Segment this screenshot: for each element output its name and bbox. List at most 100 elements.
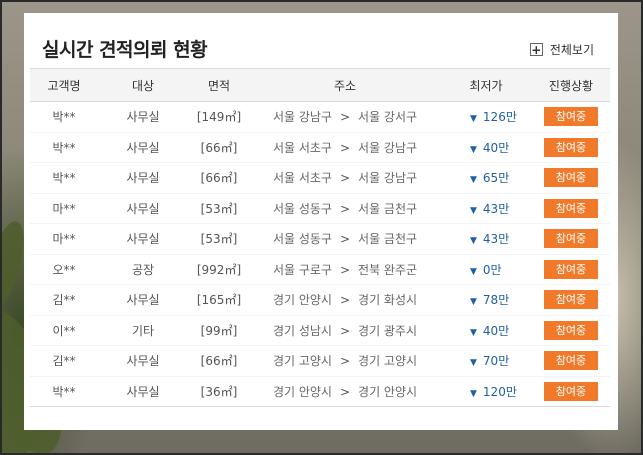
- table-row[interactable]: 오** 공장 [992㎡] 서울 구로구 > 전북 완주군 ▼ 0만 참여중: [30, 254, 610, 285]
- address-from: 서울 서초구: [272, 171, 332, 186]
- down-triangle-icon: ▼: [470, 114, 477, 125]
- address-from: 경기 안양시: [272, 384, 332, 399]
- down-triangle-icon: ▼: [470, 144, 477, 155]
- status-badge[interactable]: 참여중: [544, 351, 598, 371]
- price-cell: ▼ 0만: [440, 254, 532, 285]
- target-cell: 기타: [98, 315, 188, 346]
- address-to: 서울 강남구: [358, 171, 418, 186]
- header-lowest-price: 최저가: [440, 68, 532, 102]
- customer-cell: 오**: [30, 254, 98, 285]
- address-from: 서울 서초구: [272, 140, 332, 155]
- address-to: 경기 광주시: [358, 323, 418, 338]
- address-from: 경기 고양시: [272, 354, 332, 369]
- down-triangle-icon: ▼: [470, 175, 477, 186]
- address-from: 서울 성동구: [272, 232, 332, 247]
- address-to: 서울 강남구: [358, 140, 418, 155]
- address-from: 서울 성동구: [272, 201, 332, 216]
- status-badge[interactable]: 참여중: [544, 381, 598, 401]
- price-cell: ▼ 40만: [440, 315, 532, 346]
- arrow-right-icon: >: [339, 201, 351, 216]
- area-cell: [66㎡]: [188, 132, 250, 163]
- arrow-right-icon: >: [339, 293, 351, 308]
- status-badge[interactable]: 참여중: [544, 229, 598, 249]
- price-value: 43만: [482, 201, 510, 216]
- table-header-row: 고객명 대상 면적 주소 최저가 진행상황: [30, 68, 610, 102]
- view-all-button[interactable]: + 전체보기: [529, 41, 594, 58]
- customer-cell: 김**: [30, 345, 98, 377]
- status-cell: 참여중: [532, 254, 610, 285]
- status-cell: 참여중: [532, 376, 610, 407]
- status-badge[interactable]: 참여중: [544, 137, 598, 157]
- arrow-right-icon: >: [339, 323, 351, 338]
- view-all-label: 전체보기: [549, 43, 594, 57]
- address-from: 경기 성남시: [272, 323, 332, 338]
- customer-cell: 마**: [30, 193, 98, 224]
- target-cell: 사무실: [98, 193, 188, 224]
- quote-table: 고객명 대상 면적 주소 최저가 진행상황 박** 사무실 [149㎡] 서울 강남구…: [30, 68, 610, 407]
- status-badge[interactable]: 참여중: [544, 107, 598, 127]
- quote-request-panel: 실시간 견적의뢰 현황 + 전체보기 고객명 대상 면적 주소 최저가 진행상황…: [24, 13, 618, 430]
- target-cell: 사무실: [98, 345, 188, 377]
- status-badge[interactable]: 참여중: [544, 320, 598, 340]
- table-row[interactable]: 마** 사무실 [53㎡] 서울 성동구 > 서울 금천구 ▼ 43만 참여중: [30, 193, 610, 224]
- plus-icon: +: [529, 42, 543, 57]
- target-cell: 사무실: [98, 162, 188, 194]
- customer-cell: 박**: [30, 162, 98, 194]
- status-badge[interactable]: 참여중: [544, 198, 598, 218]
- table-row[interactable]: 이** 기타 [99㎡] 경기 성남시 > 경기 광주시 ▼ 40만 참여중: [30, 315, 610, 346]
- area-cell: [99㎡]: [188, 315, 250, 346]
- price-value: 0만: [482, 262, 502, 277]
- address-cell: 경기 고양시 > 경기 고양시: [250, 345, 440, 377]
- area-cell: [165㎡]: [188, 284, 250, 316]
- status-cell: 참여중: [532, 193, 610, 224]
- table-row[interactable]: 마** 사무실 [53㎡] 서울 성동구 > 서울 금천구 ▼ 43만 참여중: [30, 223, 610, 255]
- table-row[interactable]: 박** 사무실 [66㎡] 서울 서초구 > 서울 강남구 ▼ 65만 참여중: [30, 162, 610, 194]
- area-cell: [36㎡]: [188, 376, 250, 407]
- address-to: 경기 안양시: [358, 384, 418, 399]
- address-from: 서울 구로구: [272, 262, 332, 277]
- down-triangle-icon: ▼: [470, 205, 477, 216]
- price-value: 126만: [482, 110, 517, 125]
- customer-cell: 박**: [30, 376, 98, 407]
- down-triangle-icon: ▼: [470, 388, 477, 399]
- price-cell: ▼ 65만: [440, 162, 532, 194]
- address-from: 서울 강남구: [272, 110, 332, 125]
- customer-cell: 김**: [30, 284, 98, 316]
- price-cell: ▼ 70만: [440, 345, 532, 377]
- status-badge[interactable]: 참여중: [544, 290, 598, 310]
- table-row[interactable]: 김** 사무실 [66㎡] 경기 고양시 > 경기 고양시 ▼ 70만 참여중: [30, 345, 610, 377]
- address-to: 경기 화성시: [358, 293, 418, 308]
- address-from: 경기 안양시: [272, 293, 332, 308]
- arrow-right-icon: >: [339, 171, 351, 186]
- status-badge[interactable]: 참여중: [544, 168, 598, 188]
- price-cell: ▼ 120만: [440, 376, 532, 407]
- area-cell: [66㎡]: [188, 162, 250, 194]
- price-value: 120만: [482, 384, 517, 399]
- area-cell: [992㎡]: [188, 254, 250, 285]
- customer-cell: 이**: [30, 315, 98, 346]
- arrow-right-icon: >: [339, 354, 351, 369]
- table-row[interactable]: 박** 사무실 [149㎡] 서울 강남구 > 서울 강서구 ▼ 126만 참여중: [30, 101, 610, 133]
- address-cell: 서울 구로구 > 전북 완주군: [250, 254, 440, 285]
- address-to: 서울 금천구: [358, 201, 418, 216]
- down-triangle-icon: ▼: [470, 236, 477, 247]
- area-cell: [66㎡]: [188, 345, 250, 377]
- header-area: 면적: [188, 68, 250, 102]
- target-cell: 공장: [98, 254, 188, 285]
- price-cell: ▼ 40만: [440, 132, 532, 163]
- down-triangle-icon: ▼: [470, 327, 477, 338]
- status-cell: 참여중: [532, 162, 610, 194]
- table-row[interactable]: 박** 사무실 [66㎡] 서울 서초구 > 서울 강남구 ▼ 40만 참여중: [30, 132, 610, 163]
- price-value: 43만: [482, 232, 510, 247]
- address-to: 서울 금천구: [358, 232, 418, 247]
- status-badge[interactable]: 참여중: [544, 259, 598, 279]
- target-cell: 사무실: [98, 223, 188, 255]
- table-row[interactable]: 박** 사무실 [36㎡] 경기 안양시 > 경기 안양시 ▼ 120만 참여중: [30, 376, 610, 407]
- table-row[interactable]: 김** 사무실 [165㎡] 경기 안양시 > 경기 화성시 ▼ 78만 참여중: [30, 284, 610, 316]
- address-to: 경기 고양시: [358, 354, 418, 369]
- header-customer: 고객명: [30, 68, 98, 102]
- price-cell: ▼ 43만: [440, 223, 532, 255]
- price-cell: ▼ 43만: [440, 193, 532, 224]
- area-cell: [53㎡]: [188, 223, 250, 255]
- address-cell: 서울 서초구 > 서울 강남구: [250, 162, 440, 194]
